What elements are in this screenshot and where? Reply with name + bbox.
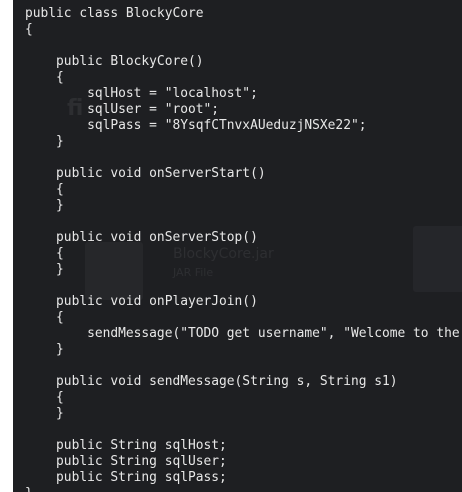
code-line: public void sendMessage(String s, String… (25, 374, 398, 389)
code-line: public void onServerStop() (25, 230, 258, 245)
code-line: sqlUser = "root"; (25, 102, 220, 117)
code-line: } (25, 262, 64, 277)
code-line: { (25, 390, 64, 405)
code-line: public void onServerStart() (25, 166, 266, 181)
code-line: public BlockyCore() (25, 54, 204, 69)
code-line: { (25, 22, 33, 37)
code-viewer: fi BlockyCore.jar JAR File public class … (13, 0, 462, 492)
code-line: } (25, 198, 64, 213)
code-line: sqlPass = "8YsqfCTnvxAUeduzjNSXe22"; (25, 118, 367, 133)
code-line: } (25, 486, 462, 492)
code-line: { (25, 246, 64, 261)
code-line: { (25, 182, 64, 197)
code-line: { (25, 70, 64, 85)
code-line: } (25, 134, 64, 149)
code-line: } (25, 406, 64, 421)
code-line: public class BlockyCore (25, 6, 204, 21)
code-line: public void onPlayerJoin() (25, 294, 258, 309)
code-line: public String sqlUser; (25, 454, 227, 469)
code-line: sendMessage("TODO get username", "Welcom… (87, 326, 460, 341)
code-line: public String sqlHost; (25, 438, 227, 453)
code-line: } (25, 342, 64, 357)
code-line: sqlHost = "localhost"; (25, 86, 258, 101)
code-line: { (25, 310, 64, 325)
code-line: public String sqlPass; (25, 470, 227, 485)
source-code: public class BlockyCore{ public BlockyCo… (25, 6, 462, 492)
